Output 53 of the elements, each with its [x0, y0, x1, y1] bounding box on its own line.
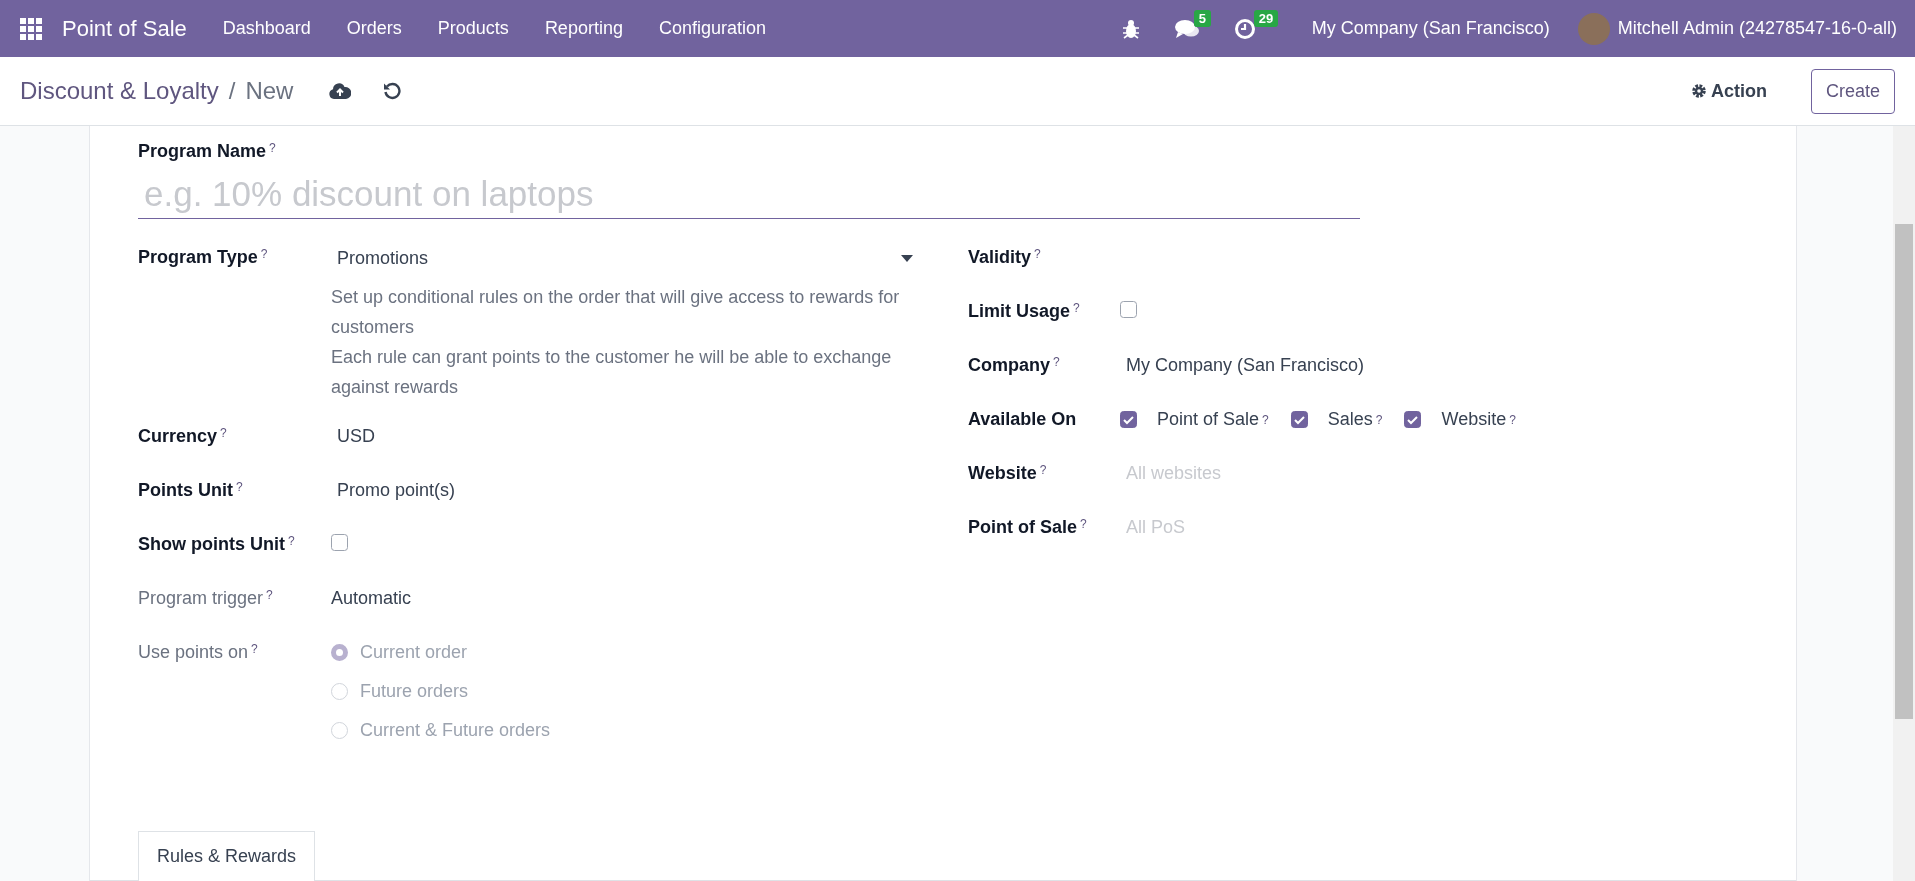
checkbox[interactable] [1120, 301, 1137, 318]
description-text: Each rule can grant points to the customer he will be able to exchange against rewards [331, 346, 893, 399]
message-count-badge: 5 [1193, 9, 1211, 27]
caret-icon [901, 255, 913, 262]
undo-icon[interactable] [383, 82, 402, 100]
field-value[interactable]: My Company (San Francisco) [1120, 355, 1365, 375]
radio-label: Current & Future orders [360, 720, 551, 741]
checkbox[interactable] [1404, 411, 1422, 428]
cloud-upload-icon[interactable] [329, 82, 352, 100]
field-label: Program Name $^{?}$ [138, 141, 277, 162]
field-label: Show points Unit $^{?}$ [138, 534, 295, 554]
field-label: Use points on $^{?}$ [138, 642, 258, 662]
chat-icon[interactable] [1173, 17, 1200, 40]
radio-label: Current order [360, 642, 468, 663]
company-switcher[interactable]: My Company (San Francisco) [1311, 18, 1550, 39]
description-text: Set up conditional rules on the order that will give access to rewards for customers [331, 286, 901, 339]
clock-icon[interactable] [1233, 17, 1256, 40]
scrollbar-thumb[interactable] [1895, 224, 1913, 719]
menu-item[interactable]: Orders [346, 18, 402, 39]
field-label: Currency $^{?}$ [138, 426, 227, 446]
breadcrumb-separator: / [228, 77, 236, 105]
breadcrumb-current: New [245, 77, 294, 105]
breadcrumb-link[interactable]: Discount & Loyalty [20, 77, 219, 105]
tab[interactable]: Rules & Rewards [138, 831, 316, 881]
field-label: Website $^{?}$ [968, 463, 1047, 483]
create-button[interactable]: Create [1810, 68, 1895, 114]
menu-item[interactable]: Dashboard [222, 18, 311, 39]
checkbox[interactable] [331, 534, 348, 551]
field-value: Automatic [331, 588, 412, 608]
field-label: Program trigger $^{?}$ [138, 588, 273, 608]
menu-item[interactable]: Configuration [658, 18, 766, 39]
field-label: Limit Usage $^{?}$ [968, 301, 1080, 321]
menu-item[interactable]: Reporting [544, 18, 623, 39]
field-label: Validity $^{?}$ [968, 247, 1041, 267]
app-name[interactable]: Point of Sale [62, 15, 187, 42]
field-label: Program Type $^{?}$ [138, 247, 268, 267]
program-type-select[interactable]: Promotions [331, 247, 919, 270]
radio-label: Future orders [360, 681, 469, 702]
field-label: Point of Sale $^{?}$ [968, 517, 1087, 537]
activity-count-badge: 29 [1253, 9, 1279, 27]
action-button[interactable]: Action [1684, 79, 1773, 103]
checkbox[interactable] [1290, 411, 1308, 428]
gear-icon [1690, 83, 1707, 99]
field-value[interactable]: USD [331, 426, 375, 446]
user-menu[interactable]: Mitchell Admin (24278547-16-0-all) [1617, 18, 1897, 39]
checkbox[interactable] [1120, 411, 1137, 428]
field-label: Points Unit $^{?}$ [138, 480, 243, 500]
field-label: Company $^{?}$ [968, 355, 1060, 375]
field-label: Available On [968, 409, 1077, 429]
bug-icon[interactable] [1121, 18, 1140, 39]
apps-grid-icon[interactable] [20, 17, 42, 40]
menu-item[interactable]: Products [437, 18, 509, 39]
field-value[interactable]: Promo point(s) [331, 480, 456, 500]
